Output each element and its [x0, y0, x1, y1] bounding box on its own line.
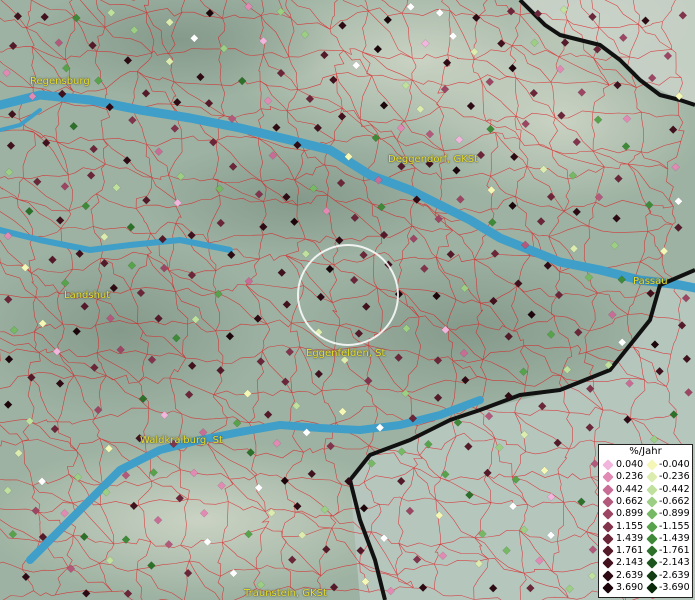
legend-value-positive: 0.899	[616, 508, 644, 520]
legend-swatch-negative	[646, 483, 658, 496]
legend-row: 0.899 -0.899	[599, 508, 692, 520]
legend-swatch-negative	[646, 520, 658, 533]
legend-value-negative: -1.761	[659, 545, 690, 557]
city-label-deggendorf: Deggendorf, GKSt	[388, 154, 479, 165]
legend-swatch-negative	[646, 557, 658, 570]
legend-title: %/Jahr	[629, 446, 662, 457]
legend-swatch-negative	[646, 471, 658, 483]
legend-row: 0.236 -0.236	[599, 471, 692, 483]
legend-swatch-positive	[602, 459, 614, 471]
legend-row: 0.442 -0.442	[599, 484, 692, 496]
legend-value-positive: 3.690	[616, 582, 644, 593]
city-label-waldkraiburg: Waldkraiburg, St	[140, 435, 223, 446]
legend-swatch-positive	[602, 496, 614, 508]
legend-swatch-positive	[602, 545, 614, 557]
legend-value-negative: -0.442	[659, 483, 690, 495]
legend-swatch-positive	[602, 483, 614, 496]
legend-swatch-positive	[602, 570, 614, 582]
city-label-eggenfelden: Eggenfelden, St	[306, 348, 386, 359]
legend-value-negative: -0.040	[659, 459, 690, 470]
legend-row: 0.662 -0.662	[599, 496, 692, 508]
legend-row: 0.040 -0.040	[599, 459, 692, 471]
map-legend: %/Jahr 0.040 -0.040 0.236 -0.236 0.442 -0.442…	[598, 444, 693, 598]
legend-value-positive: 0.236	[616, 471, 644, 483]
legend-swatch-negative	[646, 496, 658, 508]
city-label-traunstein: Traunstein, GKSt	[244, 588, 327, 599]
legend-swatch-positive	[602, 508, 614, 520]
legend-swatch-positive	[602, 557, 614, 570]
legend-swatch-positive	[602, 533, 614, 545]
legend-value-negative: -1.439	[659, 532, 690, 544]
city-label-regensburg: Regensburg	[30, 76, 90, 87]
legend-value-positive: 0.442	[616, 483, 644, 495]
map-canvas[interactable]: Regensburg Deggendorf, GKSt Passau Lands…	[0, 0, 695, 600]
city-label-landshut: Landshut	[64, 290, 111, 301]
legend-row: 2.639 -2.639	[599, 570, 692, 582]
legend-value-negative: -3.690	[659, 582, 690, 593]
legend-row: 3.690 -3.690	[599, 582, 692, 594]
legend-swatch-negative	[646, 459, 658, 471]
legend-value-negative: -0.899	[659, 508, 690, 520]
legend-swatch-negative	[646, 508, 658, 520]
legend-swatch-positive	[602, 520, 614, 533]
legend-swatch-negative	[646, 570, 658, 582]
legend-value-positive: 1.155	[616, 520, 644, 532]
legend-row: 2.143 -2.143	[599, 557, 692, 570]
legend-value-positive: 0.040	[616, 459, 644, 470]
legend-value-negative: -2.639	[659, 569, 690, 581]
legend-value-negative: -0.662	[659, 495, 690, 507]
legend-row: 1.155 -1.155	[599, 521, 692, 533]
legend-value-positive: 0.662	[616, 495, 644, 507]
legend-swatch-negative	[646, 533, 658, 545]
legend-swatch-negative	[646, 545, 658, 557]
legend-value-negative: -0.236	[659, 471, 690, 483]
city-label-passau: Passau	[633, 276, 668, 287]
legend-row: 1.439 -1.439	[599, 533, 692, 545]
legend-value-positive: 1.439	[616, 532, 644, 544]
legend-value-positive: 2.143	[616, 557, 644, 569]
legend-swatch-negative	[646, 582, 658, 594]
legend-value-negative: -1.155	[659, 520, 690, 532]
legend-row: 1.761 -1.761	[599, 545, 692, 557]
legend-value-negative: -2.143	[659, 557, 690, 569]
legend-swatch-positive	[602, 582, 614, 594]
legend-value-positive: 1.761	[616, 545, 644, 557]
legend-swatch-positive	[602, 471, 614, 483]
legend-value-positive: 2.639	[616, 569, 644, 581]
